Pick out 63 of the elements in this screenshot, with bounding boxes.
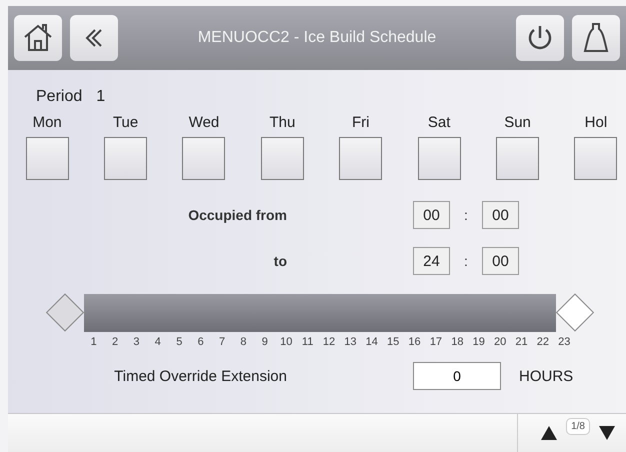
day-label: Sat [428, 114, 450, 131]
hour-tick-label: 12 [322, 336, 336, 348]
unit-label: HOURS [519, 368, 574, 384]
time-label: Occupied from [187, 207, 287, 223]
period-number: 1 [96, 88, 106, 106]
hour-tick-label: 20 [492, 336, 508, 348]
back-button[interactable] [70, 15, 118, 61]
hour-tick-label: 15 [386, 336, 400, 348]
day-checkbox[interactable] [104, 137, 148, 180]
day-label: Fri [352, 114, 370, 131]
day-label: Tue [112, 114, 138, 131]
day-checkbox[interactable] [182, 137, 226, 180]
hours-field[interactable]: 00 [413, 201, 450, 229]
hour-tick-label: 8 [239, 336, 248, 348]
hour-tick-label: 5 [175, 336, 184, 348]
page-down-icon[interactable] [598, 425, 616, 441]
bell-icon [581, 21, 611, 55]
day-checkbox[interactable] [339, 137, 382, 180]
hour-tick-label: 18 [450, 336, 464, 348]
page-up-icon[interactable] [540, 425, 558, 441]
hours-field[interactable]: 24 [413, 247, 450, 275]
time-separator: : [463, 207, 469, 223]
day-checkbox[interactable] [496, 137, 540, 180]
power-icon [526, 24, 554, 52]
hour-tick-label: 23 [557, 336, 572, 348]
override-field[interactable]: 0 [413, 362, 501, 390]
power-button[interactable] [516, 15, 564, 61]
hour-tick-label: 6 [196, 336, 205, 348]
hour-tick-label: 2 [111, 336, 120, 348]
override-label: Timed Override Extension [113, 368, 287, 384]
time-separator: : [463, 253, 469, 269]
day-label: Thu [269, 114, 296, 131]
hour-tick-label: 3 [132, 336, 141, 348]
hour-tick-label: 21 [514, 336, 529, 348]
hour-tick-label: 9 [260, 336, 269, 348]
hour-tick-label: 1 [90, 336, 98, 348]
hour-tick-label: 17 [428, 336, 444, 348]
hour-tick-label: 7 [218, 336, 226, 348]
day-checkbox[interactable] [26, 137, 69, 180]
page-indicator: 1/8 [566, 418, 590, 434]
minutes-field[interactable]: 00 [482, 247, 519, 275]
hour-tick-label: 11 [300, 336, 314, 348]
day-label: Sun [504, 114, 531, 131]
hour-tick-label: 14 [364, 336, 379, 348]
hour-tick-label: 4 [154, 336, 162, 348]
home-button[interactable] [14, 15, 62, 61]
day-label: Mon [32, 114, 62, 131]
home-icon [22, 22, 54, 54]
day-checkbox[interactable] [260, 137, 304, 180]
day-label: Wed [188, 114, 220, 131]
time-label: to [272, 253, 287, 269]
hour-tick-label: 13 [343, 336, 358, 348]
hour-tick-label: 16 [407, 336, 422, 348]
day-label: Hol [584, 114, 608, 131]
hour-tick-label: 22 [536, 336, 550, 348]
minutes-field[interactable]: 00 [482, 201, 519, 229]
alarm-button[interactable] [572, 15, 620, 61]
period-label: Period [36, 88, 82, 106]
screen-title: MENUOCC2 - Ice Build Schedule [196, 29, 438, 47]
hour-tick-label: 19 [472, 336, 486, 348]
day-checkbox[interactable] [418, 137, 461, 180]
hour-tick-label: 10 [279, 336, 294, 348]
day-checkbox[interactable] [574, 137, 618, 180]
